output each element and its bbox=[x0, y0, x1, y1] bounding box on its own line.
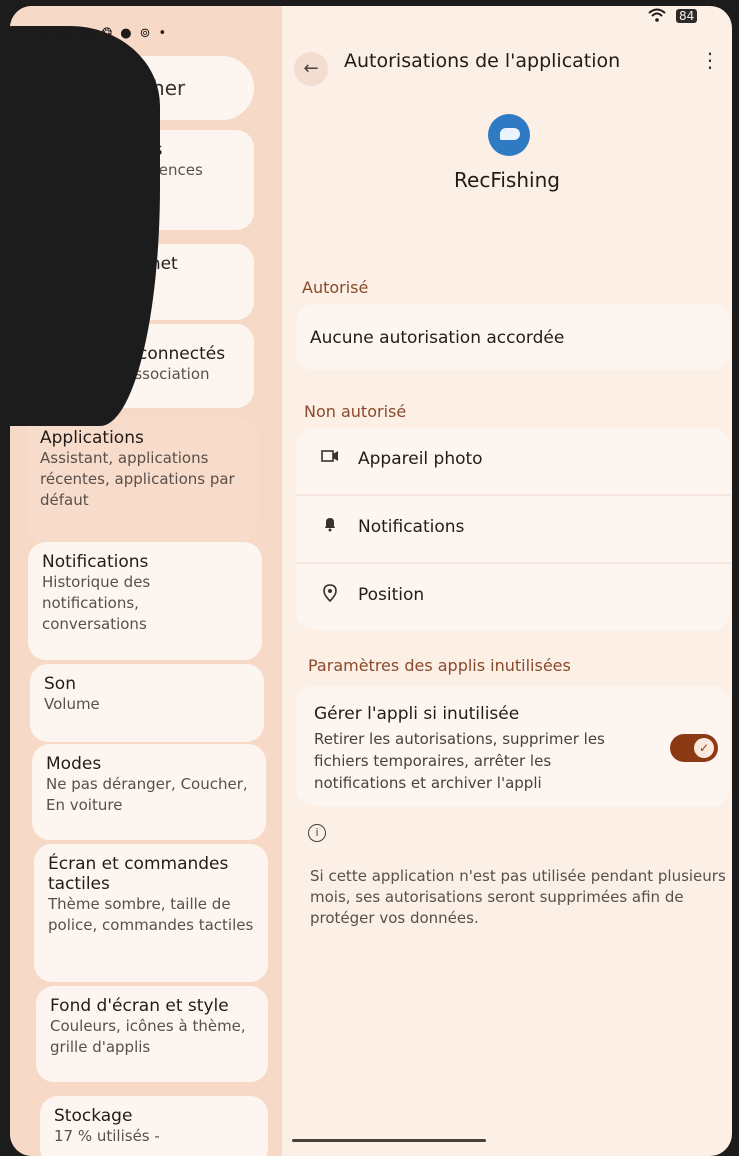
sidebar-item-title: Écran et commandes tactiles bbox=[48, 854, 229, 894]
permission-camera[interactable]: Appareil photo bbox=[296, 428, 730, 494]
arrow-left-icon: ← bbox=[303, 58, 319, 79]
no-permission-text: Aucune autorisation accordée bbox=[310, 328, 565, 348]
permission-location[interactable]: Position bbox=[296, 564, 730, 630]
manage-unused-toggle[interactable]: ✓ bbox=[670, 734, 718, 762]
sidebar-item-title: Son bbox=[44, 674, 76, 694]
app-icon bbox=[488, 114, 530, 156]
settings-sidebar: Rechercher da... pe Seris et préférences… bbox=[10, 6, 282, 1156]
notification-icon: ⊚ bbox=[139, 26, 159, 41]
section-unused-apps-label: Paramètres des applis inutilisées bbox=[308, 656, 571, 675]
sidebar-item-title: Stockage bbox=[54, 1106, 133, 1126]
sidebar-item-title: Notifications bbox=[42, 552, 149, 572]
sidebar-item-subtitle: 17 % utilisés - bbox=[54, 1127, 160, 1145]
sidebar-item-notifications[interactable]: Notifications Historique des notificatio… bbox=[28, 542, 262, 660]
more-options-button[interactable]: ⋮ bbox=[698, 48, 722, 78]
notification-icon: ◉ bbox=[82, 26, 102, 41]
page-title: Autorisations de l'application bbox=[344, 50, 621, 72]
info-icon: i bbox=[308, 824, 326, 842]
sidebar-item-subtitle: Assistant, applications récentes, applic… bbox=[40, 449, 235, 509]
home-indicator[interactable] bbox=[292, 1139, 486, 1142]
sidebar-item-wallpaper-style[interactable]: Fond d'écran et style Couleurs, icônes à… bbox=[36, 986, 268, 1082]
notification-icon: ❂ bbox=[101, 26, 121, 41]
permission-label: Position bbox=[358, 585, 425, 605]
info-text: Si cette application n'est pas utilisée … bbox=[310, 867, 726, 927]
permission-label: Notifications bbox=[358, 517, 465, 537]
top-app-bar: ← Autorisations de l'application ⋮ bbox=[282, 46, 732, 94]
back-button[interactable]: ← bbox=[294, 52, 328, 86]
section-denied-label: Non autorisé bbox=[304, 402, 407, 421]
app-name: RecFishing bbox=[454, 168, 560, 192]
sidebar-item-subtitle: Ne pas déranger, Coucher, En voiture bbox=[46, 775, 248, 814]
notification-icon: • bbox=[158, 26, 175, 41]
sidebar-item-subtitle: Volume bbox=[44, 695, 100, 713]
bell-icon bbox=[320, 516, 340, 536]
manage-unused-app-card[interactable]: Gérer l'appli si inutilisée Retirer les … bbox=[296, 686, 730, 806]
sidebar-item-subtitle: Thème sombre, taille de police, commande… bbox=[48, 895, 254, 934]
manage-unused-description: Retirer les autorisations, supprimer les… bbox=[314, 730, 605, 792]
check-icon: ✓ bbox=[694, 738, 714, 758]
sidebar-item-storage[interactable]: Stockage 17 % utilisés - bbox=[40, 1096, 268, 1156]
fish-logo-icon bbox=[500, 128, 520, 140]
sidebar-item-title: Applications bbox=[40, 428, 144, 448]
more-vert-icon: ⋮ bbox=[700, 48, 720, 72]
section-allowed-label: Autorisé bbox=[302, 278, 369, 297]
sidebar-item-display[interactable]: Écran et commandes tactiles Thème sombre… bbox=[34, 844, 268, 982]
sidebar-item-applications[interactable]: Applications Assistant, applications réc… bbox=[26, 418, 258, 540]
manage-unused-title: Gérer l'appli si inutilisée bbox=[314, 704, 520, 724]
sidebar-item-subtitle: Historique des notifications, conversati… bbox=[42, 573, 151, 633]
sidebar-item-title: Fond d'écran et style bbox=[50, 996, 229, 1016]
clock: 10:58 bbox=[30, 28, 74, 46]
permission-label: Appareil photo bbox=[358, 449, 483, 469]
notification-icons: ◉❂●⊚• bbox=[82, 26, 174, 41]
app-permissions-pane: ← Autorisations de l'application ⋮ RecFi… bbox=[282, 6, 732, 1156]
sidebar-item-title: Modes bbox=[46, 754, 102, 774]
permission-notifications[interactable]: Notifications bbox=[296, 496, 730, 562]
settings-screen: Rechercher da... pe Seris et préférences… bbox=[10, 6, 732, 1156]
camera-icon bbox=[320, 448, 340, 468]
sidebar-item-sound[interactable]: Son Volume bbox=[30, 664, 264, 742]
finger-occlusion bbox=[10, 26, 160, 426]
sidebar-item-modes[interactable]: Modes Ne pas déranger, Coucher, En voitu… bbox=[32, 744, 266, 840]
location-icon bbox=[320, 584, 340, 604]
sidebar-item-subtitle: Couleurs, icônes à thème, grille d'appli… bbox=[50, 1017, 246, 1056]
allowed-permissions-card: Aucune autorisation accordée bbox=[296, 304, 730, 370]
notification-icon: ● bbox=[120, 26, 140, 41]
